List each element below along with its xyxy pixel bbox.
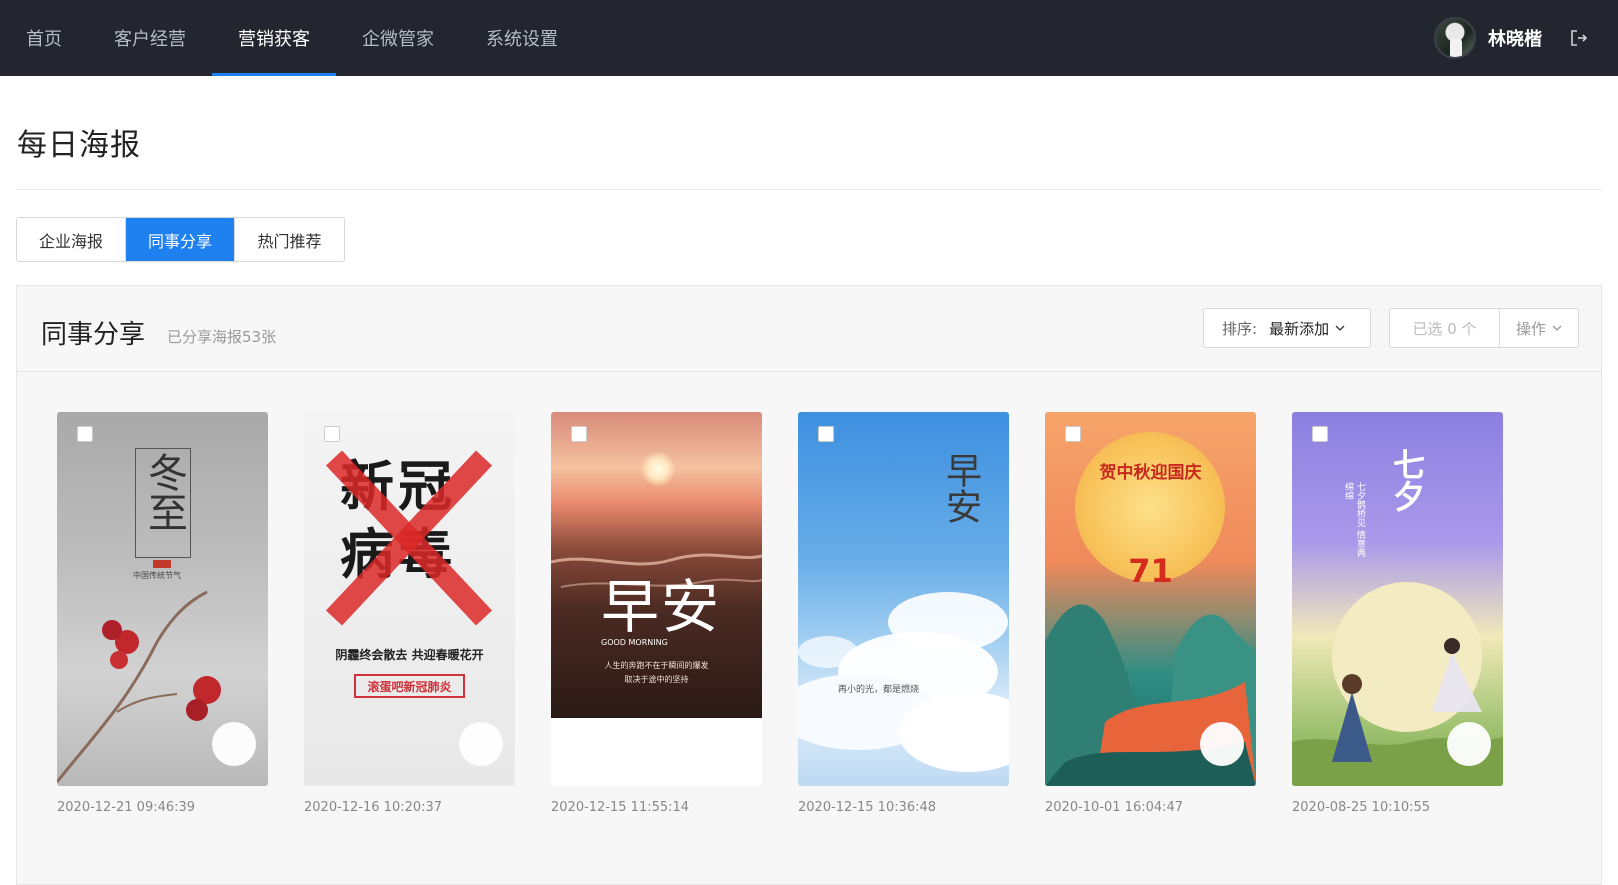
poster-seal xyxy=(153,560,171,568)
tab-hot[interactable]: 热门推荐 xyxy=(235,218,344,261)
chevron-down-icon xyxy=(1552,325,1562,331)
poster-card[interactable]: 贺中秋迎国庆 71 2020-10-01 16:04:47 xyxy=(1045,412,1256,815)
panel-header: 同事分享 已分享海报53张 排序: 最新添加 已选 0 个 操作 xyxy=(17,286,1601,372)
poster-title: 七夕 xyxy=(1388,448,1426,512)
main-nav: 首页 客户经营 营销获客 企微管家 系统设置 xyxy=(0,0,584,76)
tab-enterprise[interactable]: 企业海报 xyxy=(17,218,126,261)
poster-title: 早安 xyxy=(601,573,722,641)
poster-title: 贺中秋迎国庆 xyxy=(1099,463,1202,483)
sort-label: 排序: xyxy=(1222,319,1258,338)
poster-checkbox[interactable] xyxy=(77,426,93,442)
poster-line1: 七夕鹊桥见 情意两绵绵 xyxy=(1343,482,1365,557)
poster-card[interactable]: 七夕 七夕鹊桥见 情意两绵绵 2020-08-25 10:10:55 xyxy=(1292,412,1503,815)
nav-item-marketing[interactable]: 营销获客 xyxy=(212,0,336,76)
poster-image[interactable]: 贺中秋迎国庆 71 xyxy=(1045,412,1256,786)
poster-date: 2020-12-21 09:46:39 xyxy=(57,800,196,815)
poster-line1: 人生的奔跑不在于瞬间的爆发 xyxy=(604,661,709,670)
poster-line2: 滚蛋吧新冠肺炎 xyxy=(354,674,465,698)
poster-tabs: 企业海报 同事分享 热门推荐 xyxy=(16,217,345,262)
poster-subtitle: GOOD MORNING xyxy=(601,638,668,647)
operations-dropdown[interactable]: 操作 xyxy=(1500,309,1578,347)
nav-item-wecom[interactable]: 企微管家 xyxy=(336,0,460,76)
divider xyxy=(16,189,1602,190)
poster-image[interactable]: 早安 再小的光，都是燃烧 xyxy=(798,412,1009,786)
qrcode-placeholder xyxy=(1447,722,1491,766)
tab-colleague[interactable]: 同事分享 xyxy=(126,218,235,261)
operations-label: 操作 xyxy=(1515,319,1546,338)
poster-image[interactable]: 七夕 七夕鹊桥见 情意两绵绵 xyxy=(1292,412,1503,786)
poster-card[interactable]: 早安 GOOD MORNING 人生的奔跑不在于瞬间的爆发 取决于途中的坚持 2… xyxy=(551,412,762,815)
qrcode-placeholder xyxy=(953,722,997,766)
top-navbar: 首页 客户经营 营销获客 企微管家 系统设置 林晓楷 xyxy=(0,0,1618,76)
poster-checkbox[interactable] xyxy=(324,426,340,442)
selected-count: 已选 0 个 xyxy=(1390,309,1500,347)
poster-image[interactable]: 冬至 中国传统节气 xyxy=(57,412,268,786)
poster-date: 2020-08-25 10:10:55 xyxy=(1292,800,1431,815)
poster-date: 2020-12-16 10:20:37 xyxy=(304,800,443,815)
poster-line1: 再小的光，都是燃烧 xyxy=(838,685,920,695)
panel-title: 同事分享 xyxy=(41,320,146,350)
qrcode-placeholder xyxy=(212,722,256,766)
poster-image[interactable]: 新冠病毒 阴霾终会散去 共迎春暖花开 滚蛋吧新冠肺炎 xyxy=(304,412,515,786)
page-title: 每日海报 xyxy=(17,128,141,163)
logout-icon[interactable] xyxy=(1568,27,1590,49)
chevron-down-icon xyxy=(1335,325,1345,331)
selection-group: 已选 0 个 操作 xyxy=(1389,308,1579,348)
poster-subtitle: 中国传统节气 xyxy=(133,571,181,580)
poster-line1: 阴霾终会散去 共迎春暖花开 xyxy=(335,648,484,662)
qrcode-placeholder xyxy=(459,722,503,766)
content-panel: 同事分享 已分享海报53张 排序: 最新添加 已选 0 个 操作 冬至 中国传统… xyxy=(16,285,1602,885)
poster-card[interactable]: 冬至 中国传统节气 2020-12-21 09:46:39 xyxy=(57,412,268,815)
poster-date: 2020-12-15 10:36:48 xyxy=(798,800,937,815)
poster-card[interactable]: 新冠病毒 阴霾终会散去 共迎春暖花开 滚蛋吧新冠肺炎 2020-12-16 10… xyxy=(304,412,515,815)
sort-value: 最新添加 xyxy=(1269,319,1330,338)
sun-icon xyxy=(641,452,675,486)
nav-item-settings[interactable]: 系统设置 xyxy=(460,0,584,76)
poster-checkbox[interactable] xyxy=(571,426,587,442)
poster-title: 早安 xyxy=(940,452,981,524)
poster-date: 2020-12-15 11:55:14 xyxy=(551,800,690,815)
cross-mark-icon xyxy=(325,450,493,626)
poster-checkbox[interactable] xyxy=(1065,426,1081,442)
nav-item-customer[interactable]: 客户经营 xyxy=(88,0,212,76)
qrcode-placeholder xyxy=(1200,722,1244,766)
poster-card[interactable]: 早安 再小的光，都是燃烧 2020-12-15 10:36:48 xyxy=(798,412,1009,815)
poster-checkbox[interactable] xyxy=(1312,426,1328,442)
poster-image[interactable]: 早安 GOOD MORNING 人生的奔跑不在于瞬间的爆发 取决于途中的坚持 xyxy=(551,412,762,786)
username: 林晓楷 xyxy=(1488,29,1542,50)
nav-item-home[interactable]: 首页 xyxy=(0,0,88,76)
user-area: 林晓楷 xyxy=(1434,0,1590,76)
poster-line2: 取决于途中的坚持 xyxy=(624,675,689,684)
poster-title: 冬至 xyxy=(141,452,187,532)
poster-checkbox[interactable] xyxy=(818,426,834,442)
panel-subtitle: 已分享海报53张 xyxy=(167,328,277,346)
poster-date: 2020-10-01 16:04:47 xyxy=(1045,800,1184,815)
avatar[interactable] xyxy=(1434,17,1476,59)
sort-dropdown[interactable]: 排序: 最新添加 xyxy=(1203,308,1371,348)
